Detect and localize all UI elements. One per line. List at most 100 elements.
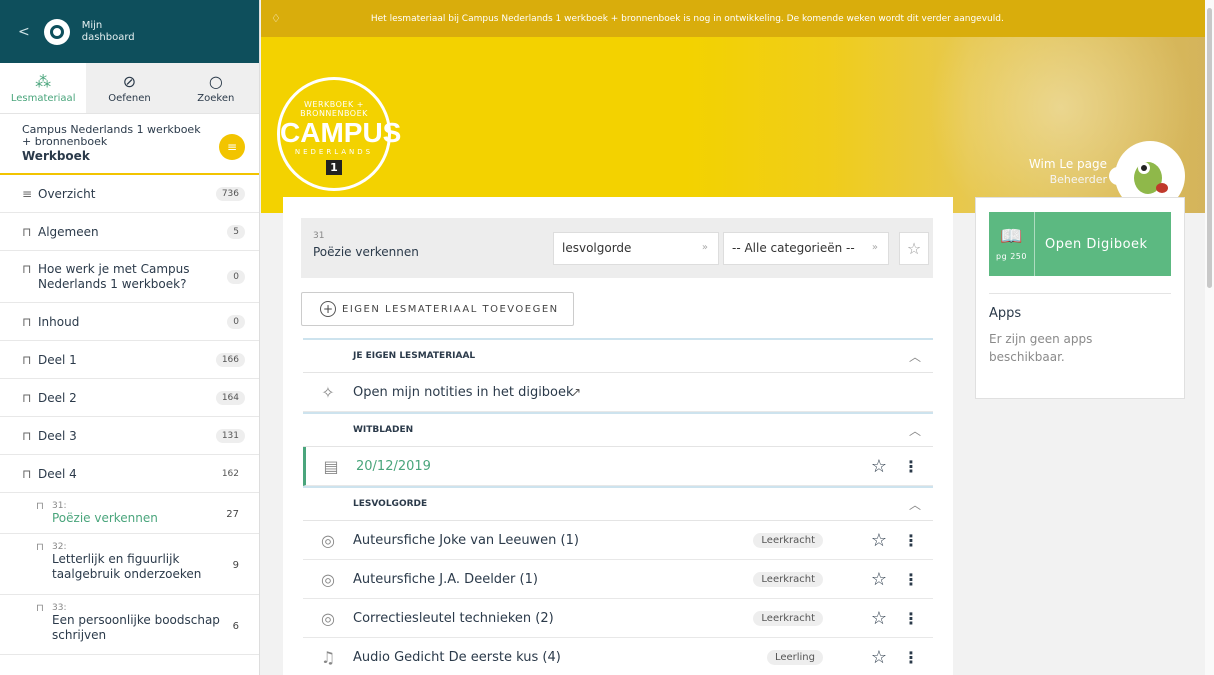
section-own-material[interactable]: JE EIGEN LESMATERIAAL ︿: [303, 338, 933, 373]
sort-select[interactable]: lesvolgorde »: [553, 232, 719, 265]
bookmark-icon: ⊓: [22, 261, 32, 276]
apps-empty-text: Er zijn geen apps beschikbaar.: [989, 332, 1093, 364]
bookmark-icon: ⊓: [22, 390, 32, 405]
more-options-icon[interactable]: ⋮: [903, 531, 919, 550]
sidebar-item-deel-4[interactable]: ⊓ Deel 4 162: [0, 455, 259, 493]
more-options-icon[interactable]: ⋮: [903, 570, 919, 589]
tab-oefenen[interactable]: ⊘ Oefenen: [86, 63, 173, 113]
list-item-title: Correctiesleutel technieken (2): [353, 610, 554, 626]
hero-banner: WERKBOEK + BRONNENBOEK CAMPUS NEDERLANDS…: [261, 37, 1205, 213]
sidebar-item-algemeen[interactable]: ⊓ Algemeen 5: [0, 213, 259, 251]
scrollbar[interactable]: [1205, 0, 1214, 675]
book-header: Campus Nederlands 1 werkboek + bronnenbo…: [0, 114, 259, 175]
subitem-count: 27: [226, 509, 239, 520]
section-lesvolgorde[interactable]: LESVOLGORDE ︿: [303, 486, 933, 521]
count-badge: 162: [221, 468, 239, 479]
list-item[interactable]: ✧ Open mijn notities in het digiboek ↗: [303, 373, 933, 412]
tab-lesmateriaal[interactable]: ⁂ Lesmateriaal: [0, 63, 87, 113]
sidebar-item-label: Deel 1: [38, 352, 77, 367]
bookmark-icon: ⊓: [36, 501, 44, 512]
sidebar-item-overzicht[interactable]: ≡ Overzicht 736: [0, 175, 259, 213]
sidebar-item-label: Deel 3: [38, 428, 77, 443]
chevron-down-icon: »: [871, 242, 878, 253]
dashboard-header[interactable]: < Mijn dashboard: [0, 0, 259, 63]
bookmark-icon: ⊓: [22, 352, 32, 367]
bell-icon[interactable]: ♢: [271, 12, 281, 25]
notice-banner: ♢ Het lesmateriaal bij Campus Nederlands…: [261, 0, 1205, 37]
sidebar-subitem-33[interactable]: ⊓ 33: Een persoonlijke boodschap schrijv…: [0, 595, 259, 655]
sidebar-subitem-31[interactable]: ⊓ 31: Poëzie verkennen 27: [0, 493, 259, 534]
list-item[interactable]: ◎ Correctiesleutel technieken (2) Leerkr…: [303, 599, 933, 638]
star-icon[interactable]: ☆: [871, 647, 887, 668]
sidebar: < Mijn dashboard ⁂ Lesmateriaal ⊘ Oefene…: [0, 0, 260, 675]
frog-avatar-icon: [1134, 162, 1168, 194]
chevron-up-icon[interactable]: ︿: [909, 496, 921, 513]
book-subtitle: Werkboek: [22, 149, 90, 163]
star-icon[interactable]: ☆: [871, 569, 887, 590]
chevron-up-icon[interactable]: ︿: [909, 348, 921, 365]
list-item[interactable]: ▤ 20/12/2019 ☆ ⋮: [303, 447, 933, 486]
sort-select-value: lesvolgorde: [562, 241, 632, 255]
sidebar-item-deel-1[interactable]: ⊓ Deel 1 166: [0, 341, 259, 379]
favorite-button[interactable]: ☆: [899, 232, 929, 265]
sidebar-item-hoe-werk[interactable]: ⊓ Hoe werk je met Campus Nederlands 1 wer…: [0, 251, 259, 303]
tab-label: Zoeken: [197, 92, 235, 104]
sidebar-item-label: Overzicht: [38, 186, 96, 201]
platform-logo: [43, 18, 70, 45]
section-title: JE EIGEN LESMATERIAAL: [353, 351, 476, 361]
chevron-up-icon[interactable]: ︿: [909, 422, 921, 439]
user-role: Beheerder: [1049, 173, 1107, 186]
count-badge: 5: [227, 224, 245, 239]
document-icon: ◎: [321, 530, 335, 550]
material-list: JE EIGEN LESMATERIAAL ︿ ✧ Open mijn noti…: [303, 338, 933, 675]
sidebar-item-label: Inhoud: [38, 314, 80, 329]
page-icon: ▤: [323, 456, 339, 476]
digibook-page: 📖 pg 250: [989, 212, 1035, 276]
list-item[interactable]: ◎ Auteursfiche J.A. Deelder (1) Leerkrac…: [303, 560, 933, 599]
more-options-icon[interactable]: ⋮: [903, 457, 919, 476]
star-icon[interactable]: ☆: [871, 608, 887, 629]
user-info[interactable]: Wim Le page Beheerder: [1029, 157, 1107, 187]
user-name: Wim Le page: [1028, 157, 1107, 171]
more-options-icon[interactable]: ⋮: [903, 648, 919, 667]
tab-zoeken[interactable]: ○ Zoeken: [172, 63, 259, 113]
audience-badge: Leerkracht: [753, 532, 823, 548]
document-icon: ◎: [321, 608, 335, 628]
category-select[interactable]: -- Alle categorieën -- »: [723, 232, 889, 265]
star-icon[interactable]: ☆: [871, 456, 887, 477]
logo-line2: CAMPUS: [280, 117, 402, 148]
sidebar-item-label: Algemeen: [38, 224, 99, 239]
back-icon[interactable]: <: [18, 24, 30, 40]
list-item-title: 20/12/2019: [356, 458, 431, 474]
lesson-title: Poëzie verkennen: [313, 245, 419, 259]
add-own-material-label: EIGEN LESMATERIAAL TOEVOEGEN: [342, 303, 559, 315]
bookmark-icon: ⊓: [36, 542, 44, 553]
divider: [989, 293, 1171, 294]
dashboard-link[interactable]: Mijn dashboard: [82, 20, 142, 44]
sidebar-item-inhoud[interactable]: ⊓ Inhoud 0: [0, 303, 259, 341]
add-own-material-button[interactable]: + EIGEN LESMATERIAAL TOEVOEGEN: [301, 292, 574, 326]
list-item-title: Auteursfiche Joke van Leeuwen (1): [353, 532, 579, 548]
open-digibook-button[interactable]: 📖 pg 250 Open Digiboek: [989, 212, 1171, 276]
list-item[interactable]: ◎ Auteursfiche Joke van Leeuwen (1) Leer…: [303, 521, 933, 560]
count-badge: 131: [215, 428, 245, 443]
more-options-icon[interactable]: ⋮: [903, 609, 919, 628]
tab-label: Lesmateriaal: [10, 92, 76, 104]
sidebar-subitem-32[interactable]: ⊓ 32: Letterlijk en figuurlijk taalgebru…: [0, 534, 259, 595]
subitem-number: 33:: [52, 603, 67, 613]
subitem-count: 6: [232, 621, 239, 632]
list-item[interactable]: ♫ Audio Gedicht De eerste kus (4) Leerli…: [303, 638, 933, 675]
external-link-icon: ↗: [571, 385, 582, 399]
search-icon: ○: [208, 71, 223, 91]
subitem-label: Een persoonlijke boodschap schrijven: [52, 613, 220, 642]
star-icon[interactable]: ☆: [871, 530, 887, 551]
sidebar-item-deel-3[interactable]: ⊓ Deel 3 131: [0, 417, 259, 455]
sidebar-tabs: ⁂ Lesmateriaal ⊘ Oefenen ○ Zoeken: [0, 63, 259, 114]
audience-badge: Leerkracht: [753, 571, 823, 587]
sidebar-item-deel-2[interactable]: ⊓ Deel 2 164: [0, 379, 259, 417]
scrollbar-thumb[interactable]: [1207, 8, 1212, 288]
pin-icon: ✧: [321, 382, 335, 402]
section-witbladen[interactable]: WITBLADEN ︿: [303, 412, 933, 447]
bookmark-icon: ⊓: [22, 466, 32, 481]
book-menu-button[interactable]: ≡: [219, 134, 245, 160]
